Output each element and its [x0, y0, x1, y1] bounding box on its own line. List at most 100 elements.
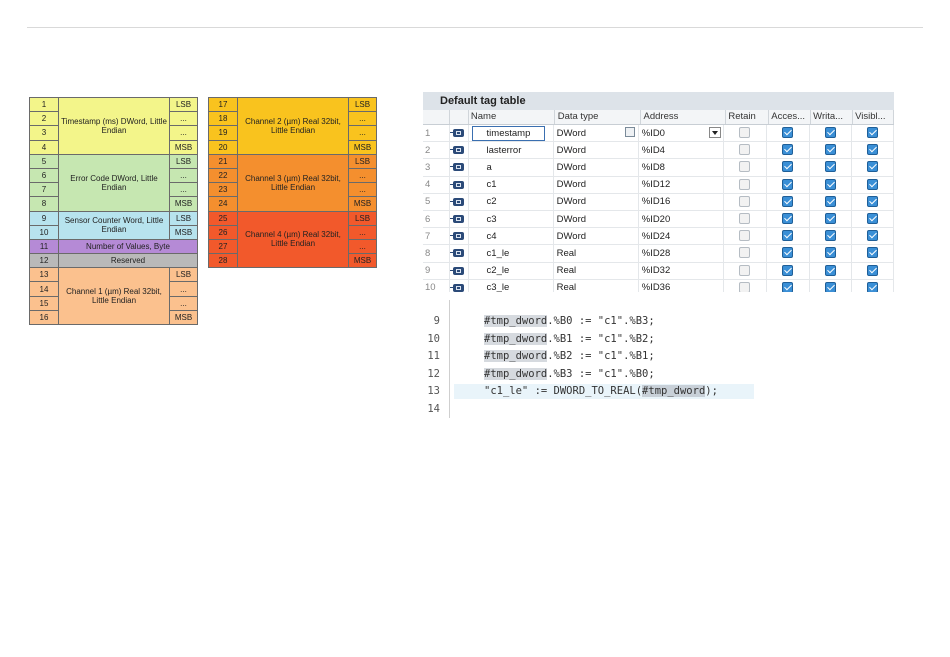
accessible-checkbox[interactable]: [782, 230, 794, 242]
visible-checkbox[interactable]: [866, 213, 878, 225]
tag-address[interactable]: %ID24: [639, 228, 724, 245]
tag-data-type[interactable]: DWord: [554, 159, 639, 176]
code-line[interactable]: 9 #tmp_dword.%B0 := "c1".%B3;: [423, 313, 783, 331]
retain-checkbox[interactable]: [739, 178, 751, 190]
visible-checkbox[interactable]: [866, 247, 878, 259]
retain-checkbox[interactable]: [739, 195, 751, 207]
tag-data-type[interactable]: Real: [554, 245, 639, 262]
code-line[interactable]: 10 #tmp_dword.%B1 := "c1".%B2;: [423, 331, 783, 349]
tag-address[interactable]: %ID16: [639, 193, 724, 210]
writable-checkbox[interactable]: [824, 127, 836, 139]
retain-checkbox[interactable]: [739, 281, 751, 292]
code-line[interactable]: 13 "c1_le" := DWORD_TO_REAL(#tmp_dword);: [423, 383, 783, 401]
type-picker-icon[interactable]: [624, 127, 635, 137]
writable-checkbox[interactable]: [824, 213, 836, 225]
tag-name[interactable]: c3_le: [469, 279, 554, 292]
tag-data-type[interactable]: DWord: [554, 193, 639, 210]
accessible-checkbox[interactable]: [782, 144, 794, 156]
retain-checkbox[interactable]: [739, 144, 751, 156]
tag-name[interactable]: c2_le: [469, 262, 554, 279]
writable-checkbox[interactable]: [824, 161, 836, 173]
tag-data-type[interactable]: Real: [554, 279, 639, 292]
tag-data-type[interactable]: DWord: [554, 125, 639, 142]
tag-row[interactable]: 6 c3 DWord %ID20: [423, 210, 894, 229]
tag-address[interactable]: %ID28: [639, 245, 724, 262]
header-visible[interactable]: Visibl...: [853, 110, 894, 124]
tag-name[interactable]: a: [469, 159, 554, 176]
tag-name[interactable]: timestamp: [469, 125, 554, 142]
tag-data-type[interactable]: Real: [554, 262, 639, 279]
tag-address[interactable]: %ID12: [639, 176, 724, 193]
retain-checkbox[interactable]: [739, 247, 751, 259]
accessible-checkbox[interactable]: [782, 264, 794, 276]
tag-data-type-text: DWord: [556, 144, 587, 156]
tag-address[interactable]: %ID4: [639, 142, 724, 159]
tag-name[interactable]: c2: [469, 193, 554, 210]
retain-checkbox[interactable]: [739, 161, 751, 173]
tag-name[interactable]: c3: [469, 210, 554, 228]
tag-data-type[interactable]: DWord: [554, 176, 639, 193]
visible-checkbox[interactable]: [866, 144, 878, 156]
tag-name[interactable]: c1_le: [469, 245, 554, 262]
tag-name[interactable]: lasterror: [469, 142, 554, 159]
writable-checkbox[interactable]: [824, 281, 836, 292]
retain-checkbox[interactable]: [739, 264, 751, 276]
tag-row[interactable]: 2 lasterror DWord %ID4: [423, 142, 894, 160]
tag-row[interactable]: 10 c3_le Real %ID36: [423, 279, 894, 292]
code-line[interactable]: 12 #tmp_dword.%B3 := "c1".%B0;: [423, 366, 783, 384]
writable-checkbox[interactable]: [824, 230, 836, 242]
writable-checkbox[interactable]: [824, 178, 836, 190]
tag-data-type[interactable]: DWord: [554, 210, 639, 228]
accessible-checkbox[interactable]: [782, 213, 794, 225]
accessible-checkbox[interactable]: [782, 127, 794, 139]
tag-row[interactable]: 4 c1 DWord %ID12: [423, 176, 894, 194]
writable-checkbox[interactable]: [824, 264, 836, 276]
header-retain[interactable]: Retain: [726, 110, 770, 124]
scl-code-editor[interactable]: 9 #tmp_dword.%B0 := "c1".%B3; 10 #tmp_dword…: [423, 300, 783, 422]
writable-checkbox[interactable]: [824, 247, 836, 259]
code-line[interactable]: 14: [423, 401, 783, 419]
accessible-checkbox[interactable]: [782, 161, 794, 173]
accessible-checkbox-cell: [767, 193, 810, 210]
tag-row[interactable]: 8 c1_le Real %ID28: [423, 245, 894, 263]
visible-checkbox[interactable]: [866, 161, 878, 173]
visible-checkbox[interactable]: [866, 230, 878, 242]
tag-address[interactable]: %ID0: [639, 125, 724, 142]
tag-data-type[interactable]: DWord: [554, 228, 639, 245]
tag-data-type[interactable]: DWord: [554, 142, 639, 159]
writable-checkbox[interactable]: [824, 195, 836, 207]
tag-address[interactable]: %ID36: [639, 279, 724, 292]
tag-row[interactable]: 7 c4 DWord %ID24: [423, 228, 894, 246]
visible-checkbox[interactable]: [866, 127, 878, 139]
retain-checkbox[interactable]: [739, 213, 751, 225]
retain-checkbox[interactable]: [739, 127, 751, 139]
accessible-checkbox[interactable]: [782, 281, 794, 292]
visible-checkbox[interactable]: [866, 264, 878, 276]
visible-checkbox[interactable]: [866, 178, 878, 190]
tag-row[interactable]: 3 a DWord %ID8: [423, 159, 894, 177]
tag-row[interactable]: 1 timestamp DWord %ID0: [423, 125, 894, 143]
accessible-checkbox[interactable]: [782, 178, 794, 190]
header-address[interactable]: Address: [641, 110, 727, 124]
header-name[interactable]: Name: [469, 110, 555, 124]
accessible-checkbox[interactable]: [782, 247, 794, 259]
writable-checkbox[interactable]: [824, 144, 836, 156]
tag-name[interactable]: c4: [469, 228, 554, 245]
tag-address[interactable]: %ID20: [639, 210, 724, 228]
visible-checkbox[interactable]: [866, 195, 878, 207]
tag-row[interactable]: 9 c2_le Real %ID32: [423, 262, 894, 280]
register-field-description: Sensor Counter Word, Little Endian: [58, 210, 170, 240]
header-data-type[interactable]: Data type: [555, 110, 641, 124]
accessible-checkbox[interactable]: [782, 195, 794, 207]
tag-row[interactable]: 5 c2 DWord %ID16: [423, 193, 894, 211]
register-byte-order: ...: [348, 182, 377, 198]
tag-name[interactable]: c1: [469, 176, 554, 193]
chevron-down-icon[interactable]: [708, 127, 721, 138]
tag-address[interactable]: %ID32: [639, 262, 724, 279]
retain-checkbox[interactable]: [739, 230, 751, 242]
code-line[interactable]: 11 #tmp_dword.%B2 := "c1".%B1;: [423, 348, 783, 366]
header-writable[interactable]: Writa...: [811, 110, 854, 124]
header-accessible[interactable]: Acces...: [769, 110, 812, 124]
tag-address[interactable]: %ID8: [639, 159, 724, 176]
visible-checkbox[interactable]: [866, 281, 878, 292]
